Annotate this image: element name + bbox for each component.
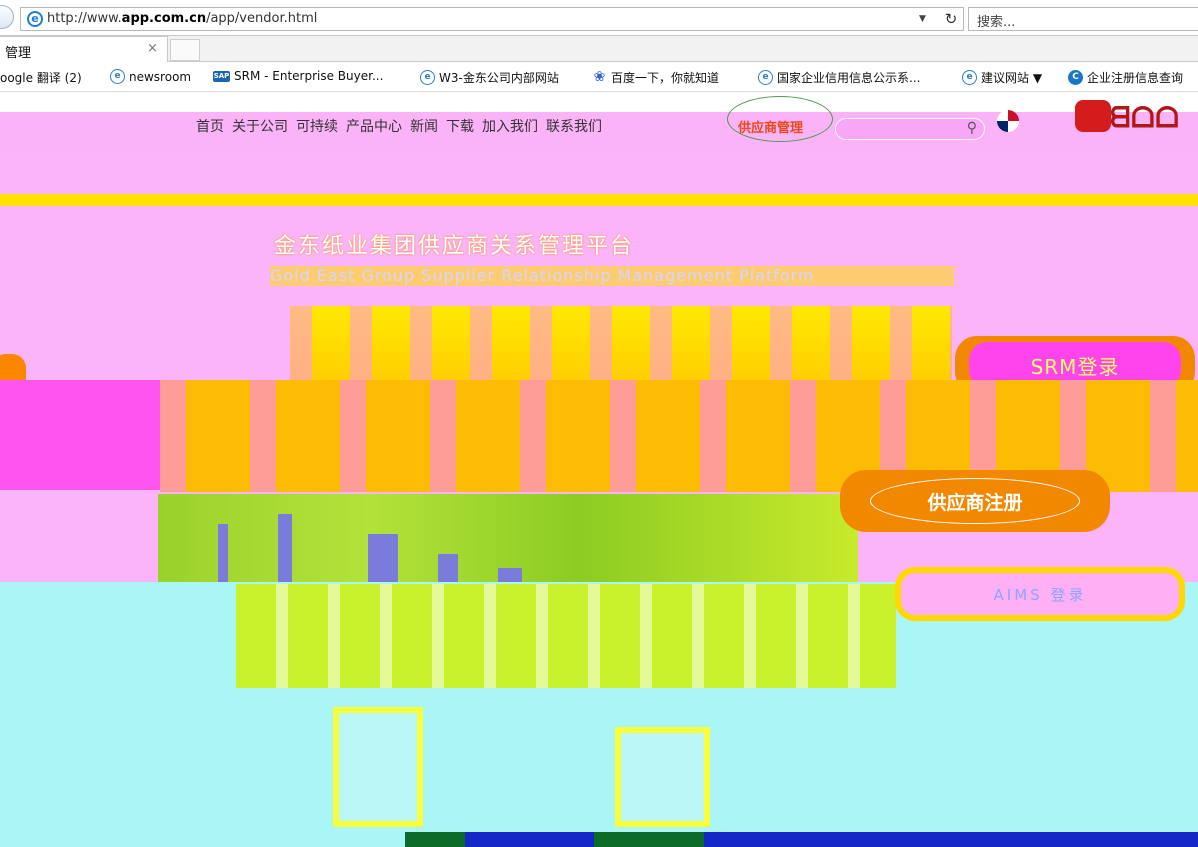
supplier-register-oval: 供应商注册 [870, 478, 1080, 524]
footer-accent [594, 832, 704, 847]
nav-item-sustainability[interactable]: 可持续 [296, 116, 338, 136]
aims-login-button[interactable]: AIMS 登录 [895, 567, 1185, 621]
city-image [158, 494, 858, 584]
favorite-label: 国家企业信用信息公示系... [777, 71, 921, 85]
url-text: http://www.app.com.cn/app/vendor.html [47, 11, 318, 26]
nav-item-contact[interactable]: 联系我们 [546, 116, 602, 136]
ec-icon: C [1068, 70, 1083, 85]
map-image [236, 584, 896, 688]
favorite-label: newsroom [129, 69, 192, 84]
nav-item-news[interactable]: 新闻 [410, 116, 438, 136]
footer-accent [405, 832, 465, 847]
gold-divider [0, 194, 1198, 206]
map-pattern [236, 584, 896, 688]
ie-page-icon: e [110, 69, 125, 84]
tab-bar: 管理 × [0, 36, 1198, 62]
platform-title-en: Gold East Group Supplier Relationship Ma… [270, 266, 815, 285]
vendor-management-label: 供应商管理 [738, 121, 804, 136]
building [438, 554, 458, 584]
chevron-down-icon[interactable]: ▼ [919, 14, 926, 24]
vendor-management-link[interactable]: 供应商管理 [727, 96, 833, 142]
close-icon[interactable]: × [147, 41, 158, 56]
user-icon[interactable] [615, 727, 710, 827]
sap-icon: SAP [213, 70, 230, 82]
favorite-label: 建议网站 ▼ [981, 71, 1043, 85]
favorite-gsxt[interactable]: e 国家企业信用信息公示系... [758, 69, 920, 86]
band-left [0, 380, 160, 490]
favorite-label: 百度一下，你就知道 [611, 71, 720, 85]
website-viewport: 首页 关于公司 可持续 产品中心 新闻 下载 加入我们 联系我们 供应商管理 ⚲… [0, 92, 1198, 847]
building [368, 534, 398, 584]
new-tab-button[interactable] [170, 39, 200, 61]
back-button[interactable] [0, 5, 14, 29]
favorite-w3[interactable]: e W3-金东公司内部网站 [420, 69, 559, 86]
uk-flag-icon[interactable] [997, 110, 1019, 132]
favorite-baidu[interactable]: ❀ 百度一下，你就知道 [592, 69, 719, 86]
document-icon[interactable] [333, 707, 423, 827]
site-search-input[interactable]: ⚲ [835, 118, 985, 140]
favorite-label: oogle 翻译 (2) [0, 71, 82, 85]
nav-item-downloads[interactable]: 下载 [446, 116, 474, 136]
nav-item-careers[interactable]: 加入我们 [482, 116, 538, 136]
ie-page-icon: e [758, 70, 773, 85]
ie-page-icon: e [962, 70, 977, 85]
address-bar: e http://www.app.com.cn/app/vendor.html … [0, 0, 1198, 36]
footer-bar [405, 832, 1198, 847]
baidu-paw-icon: ❀ [593, 69, 606, 85]
favorite-label: W3-金东公司内部网站 [439, 71, 559, 85]
favorite-label: SRM - Enterprise Buyer... [234, 69, 384, 83]
company-logo-text: ᗺᗝᗝ [1110, 102, 1180, 133]
supplier-register-label: 供应商注册 [927, 491, 1023, 514]
tab-title: 管理 [5, 46, 32, 61]
favorite-label: 企业注册信息查询 [1087, 71, 1184, 85]
search-icon[interactable]: ⚲ [967, 120, 977, 136]
ie-icon: e [27, 11, 43, 27]
tab-active[interactable]: 管理 × [0, 36, 168, 62]
nav-item-home[interactable]: 首页 [196, 116, 224, 136]
favorite-company-registry[interactable]: C 企业注册信息查询 [1068, 69, 1183, 86]
favorite-suggested-sites[interactable]: e 建议网站 ▼ [962, 69, 1042, 86]
building [218, 524, 228, 584]
favorite-srm[interactable]: SAP SRM - Enterprise Buyer... [213, 69, 383, 83]
ie-page-icon: e [420, 70, 435, 85]
company-logo-mark [1075, 100, 1111, 132]
platform-title-cn: 金东纸业集团供应商关系管理平台 [274, 234, 635, 259]
nav-item-products[interactable]: 产品中心 [346, 116, 402, 136]
nav-item-about[interactable]: 关于公司 [232, 116, 288, 136]
browser-search-input[interactable]: 搜索... [968, 7, 1198, 31]
supplier-register-button[interactable]: 供应商注册 [840, 470, 1110, 532]
aims-login-label: AIMS 登录 [993, 585, 1087, 604]
refresh-icon[interactable]: ↻ [939, 8, 963, 30]
site-nav: 首页 关于公司 可持续 产品中心 新闻 下载 加入我们 联系我们 [196, 116, 602, 136]
favorite-google-translate[interactable]: oogle 翻译 (2) [0, 69, 82, 86]
srm-login-label: SRM登录 [1030, 354, 1120, 379]
favorite-newsroom[interactable]: e newsroom [110, 69, 191, 84]
building [278, 514, 292, 584]
favorites-bar: oogle 翻译 (2) e newsroom SAP SRM - Enterp… [0, 62, 1198, 92]
url-input[interactable]: e http://www.app.com.cn/app/vendor.html … [20, 7, 964, 31]
